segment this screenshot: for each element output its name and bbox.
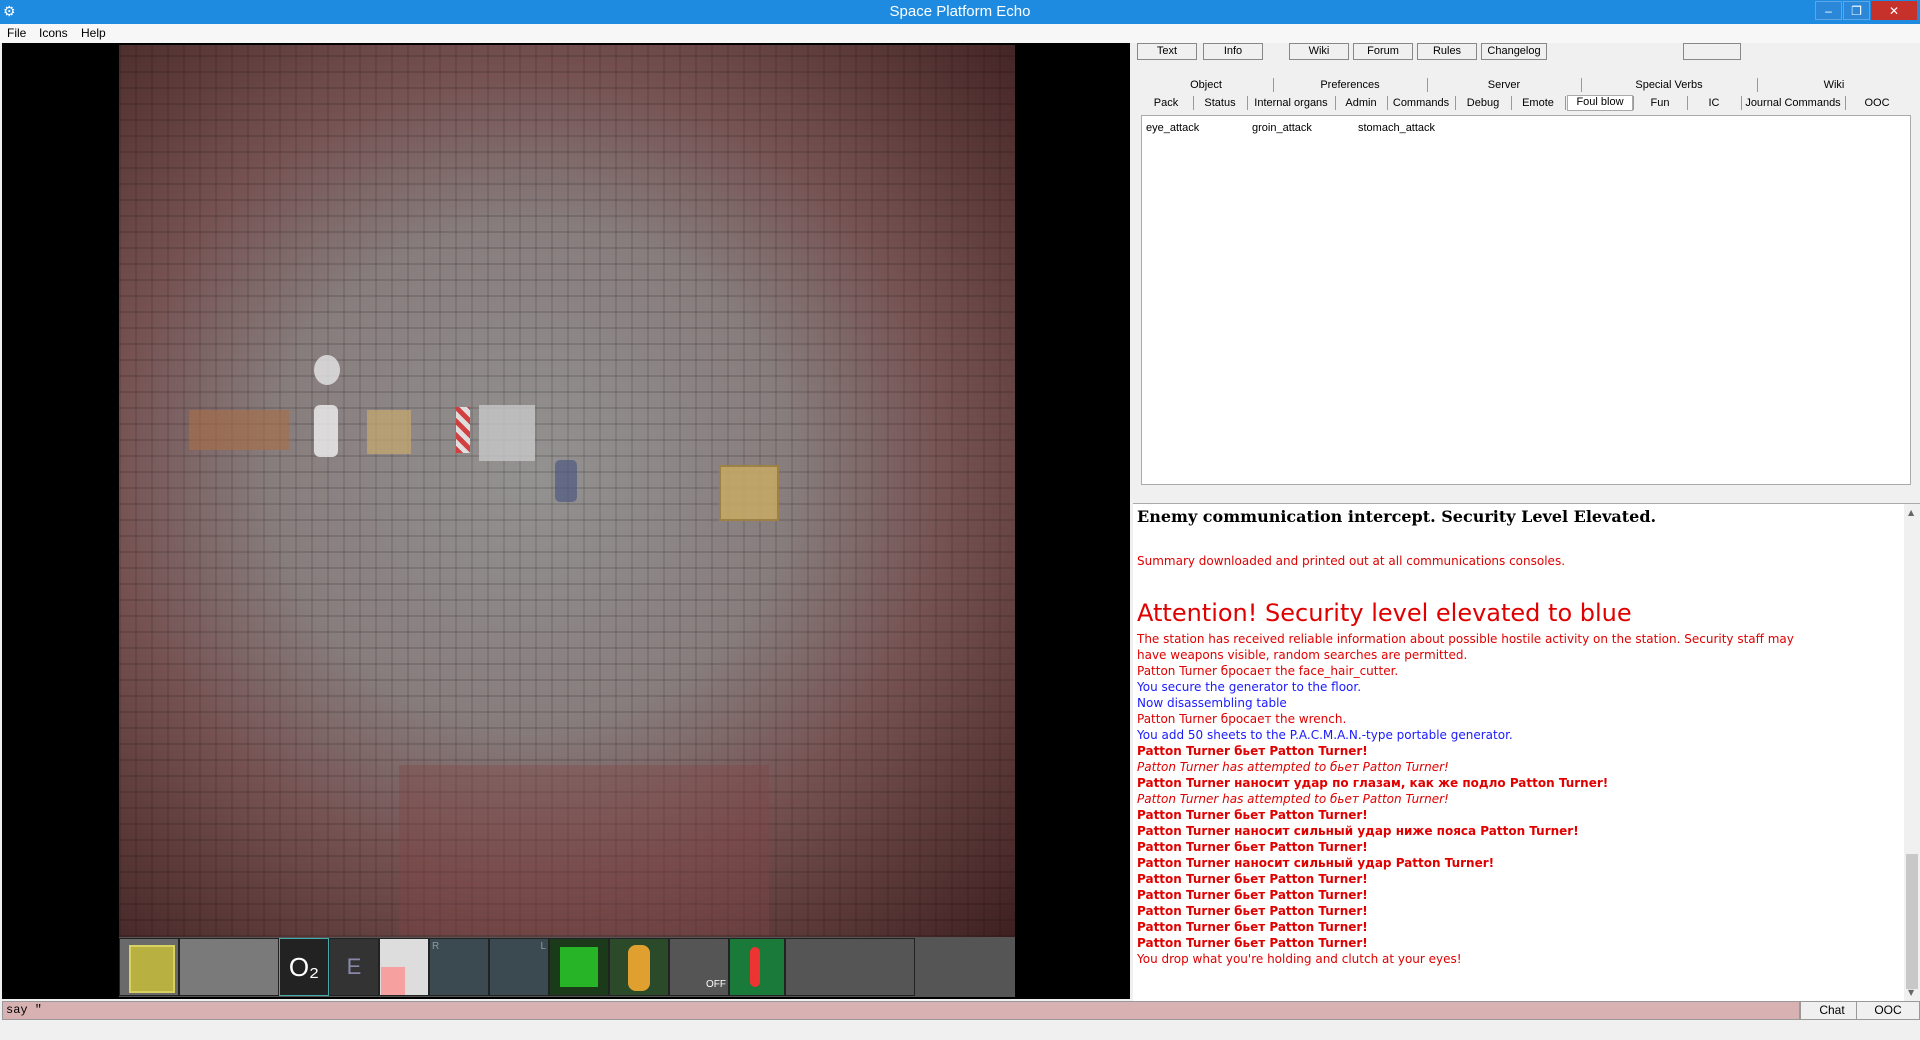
menu-help[interactable]: Help (81, 26, 106, 40)
tab-ic[interactable]: IC (1689, 97, 1739, 109)
output-line: Patton Turner has attempted to бьет Patt… (1137, 760, 1449, 774)
tab-row-2: Pack Status Internal organs Admin Comman… (1141, 95, 1911, 111)
output-line: The station has received reliable inform… (1137, 632, 1794, 646)
output-panel[interactable]: Enemy communication intercept. Security … (1133, 503, 1920, 1001)
temperature-icon[interactable] (729, 938, 785, 996)
backpack-slot[interactable] (179, 938, 279, 996)
crate[interactable] (367, 410, 411, 454)
scroll-down-icon[interactable]: ▼ (1908, 988, 1914, 997)
tab-debug[interactable]: Debug (1457, 97, 1509, 109)
tab-preferences[interactable]: Preferences (1275, 79, 1425, 91)
text-button[interactable]: Text (1137, 43, 1197, 60)
close-button[interactable]: ✕ (1871, 1, 1917, 20)
output-line: Patton Turner бьет Patton Turner! (1137, 744, 1368, 758)
oxygen-icon[interactable]: O₂ (279, 938, 329, 996)
scroll-up-icon[interactable]: ▲ (1908, 508, 1914, 517)
character-sprite[interactable] (314, 405, 338, 457)
output-attention: Attention! Security level elevated to bl… (1137, 599, 1632, 627)
tab-foul-blow[interactable]: Foul blow (1567, 95, 1633, 111)
tab-ooc[interactable]: OOC (1847, 97, 1907, 109)
tab-commands[interactable]: Commands (1389, 97, 1453, 109)
right-panel: Text Info Wiki Forum Rules Changelog Obj… (1133, 43, 1920, 1001)
restore-button[interactable]: ❐ (1843, 1, 1870, 20)
title-bar: ⚙ Space Platform Echo – ❐ ✕ (0, 0, 1920, 24)
tab-internal-organs[interactable]: Internal organs (1249, 97, 1333, 109)
floor-section (399, 765, 769, 935)
lamp[interactable] (314, 355, 340, 385)
output-line: Patton Turner бросает the wrench. (1137, 712, 1347, 726)
output-header: Enemy communication intercept. Security … (1137, 507, 1657, 526)
locker[interactable] (479, 405, 535, 461)
hud-bar: O₂ E R L OFF (119, 937, 1015, 997)
menu-icons[interactable]: Icons (39, 26, 68, 40)
portable-generator[interactable] (719, 465, 779, 521)
rules-button[interactable]: Rules (1417, 43, 1477, 60)
pressure-icon[interactable]: OFF (669, 938, 729, 996)
internals-icon[interactable]: E (329, 938, 379, 996)
storage-icon[interactable] (119, 938, 179, 996)
changelog-button[interactable]: Changelog (1481, 43, 1547, 60)
game-viewport[interactable]: O₂ E R L OFF (2, 43, 1130, 999)
output-line: Patton Turner бьет Patton Turner! (1137, 904, 1368, 918)
output-line: Patton Turner бьет Patton Turner! (1137, 920, 1368, 934)
window-title: Space Platform Echo (889, 3, 1031, 20)
tab-server[interactable]: Server (1429, 79, 1579, 91)
output-line: Patton Turner has attempted to бьет Patt… (1137, 792, 1449, 806)
tab-admin[interactable]: Admin (1337, 97, 1385, 109)
menu-bar: File Icons Help (0, 24, 1920, 43)
forum-button[interactable]: Forum (1353, 43, 1413, 60)
output-scrollbar[interactable]: ▲ ▼ (1904, 504, 1920, 1001)
ooc-button[interactable]: OOC (1856, 1001, 1920, 1020)
tab-object[interactable]: Object (1141, 79, 1271, 91)
scroll-thumb[interactable] (1906, 854, 1918, 989)
intent-icon[interactable] (379, 938, 429, 996)
tab-journal-commands[interactable]: Journal Commands (1743, 97, 1843, 109)
wiki-button[interactable]: Wiki (1289, 43, 1349, 60)
menu-file[interactable]: File (7, 26, 26, 40)
output-summary: Summary downloaded and printed out at al… (1137, 554, 1566, 568)
output-line: Patton Turner бьет Patton Turner! (1137, 936, 1368, 950)
output-line: Patton Turner наносит удар по глазам, ка… (1137, 776, 1609, 790)
output-line: Patton Turner бьет Patton Turner! (1137, 872, 1368, 886)
output-line: You drop what you're holding and clutch … (1137, 952, 1462, 966)
running-icon[interactable] (549, 938, 609, 996)
verb-stomach-attack[interactable]: stomach_attack (1358, 122, 1435, 134)
verb-eye-attack[interactable]: eye_attack (1146, 122, 1199, 134)
output-line: Patton Turner бьет Patton Turner! (1137, 808, 1368, 822)
tab-status[interactable]: Status (1195, 97, 1245, 109)
output-line: You add 50 sheets to the P.A.C.M.A.N.-ty… (1137, 728, 1513, 742)
health-doll-icon[interactable] (609, 938, 669, 996)
right-hand-icon[interactable]: R (429, 938, 489, 996)
output-line: Patton Turner бьет Patton Turner! (1137, 888, 1368, 902)
tab-fun[interactable]: Fun (1635, 97, 1685, 109)
pocket-icon[interactable] (785, 938, 915, 996)
game-map[interactable] (119, 45, 1015, 937)
tab-emote[interactable]: Emote (1513, 97, 1563, 109)
chat-button[interactable]: Chat (1800, 1001, 1864, 1020)
tab-row-1: Object Preferences Server Special Verbs … (1141, 77, 1911, 93)
output-line: You secure the generator to the floor. (1137, 680, 1362, 694)
tab-wiki[interactable]: Wiki (1759, 79, 1909, 91)
info-button[interactable]: Info (1203, 43, 1263, 60)
output-line: Patton Turner бросает the face_hair_cutt… (1137, 664, 1399, 678)
left-hand-icon[interactable]: L (489, 938, 549, 996)
player-sprite[interactable] (555, 460, 577, 502)
output-line: have weapons visible, random searches ar… (1137, 648, 1468, 662)
tab-special-verbs[interactable]: Special Verbs (1583, 79, 1755, 91)
table[interactable] (189, 410, 289, 450)
minimize-button[interactable]: – (1815, 1, 1842, 20)
chat-input[interactable]: say " (2, 1001, 1800, 1020)
output-line: Patton Turner бьет Patton Turner! (1137, 840, 1368, 854)
output-line: Patton Turner наносит сильный удар ниже … (1137, 824, 1579, 838)
blank-button[interactable] (1683, 43, 1741, 60)
verb-groin-attack[interactable]: groin_attack (1252, 122, 1312, 134)
barber-pole[interactable] (456, 407, 470, 453)
output-line: Now disassembling table (1137, 696, 1287, 710)
output-line: Patton Turner наносит сильный удар Patto… (1137, 856, 1495, 870)
tab-pack[interactable]: Pack (1141, 97, 1191, 109)
verb-panel: eye_attack groin_attack stomach_attack (1141, 115, 1911, 485)
